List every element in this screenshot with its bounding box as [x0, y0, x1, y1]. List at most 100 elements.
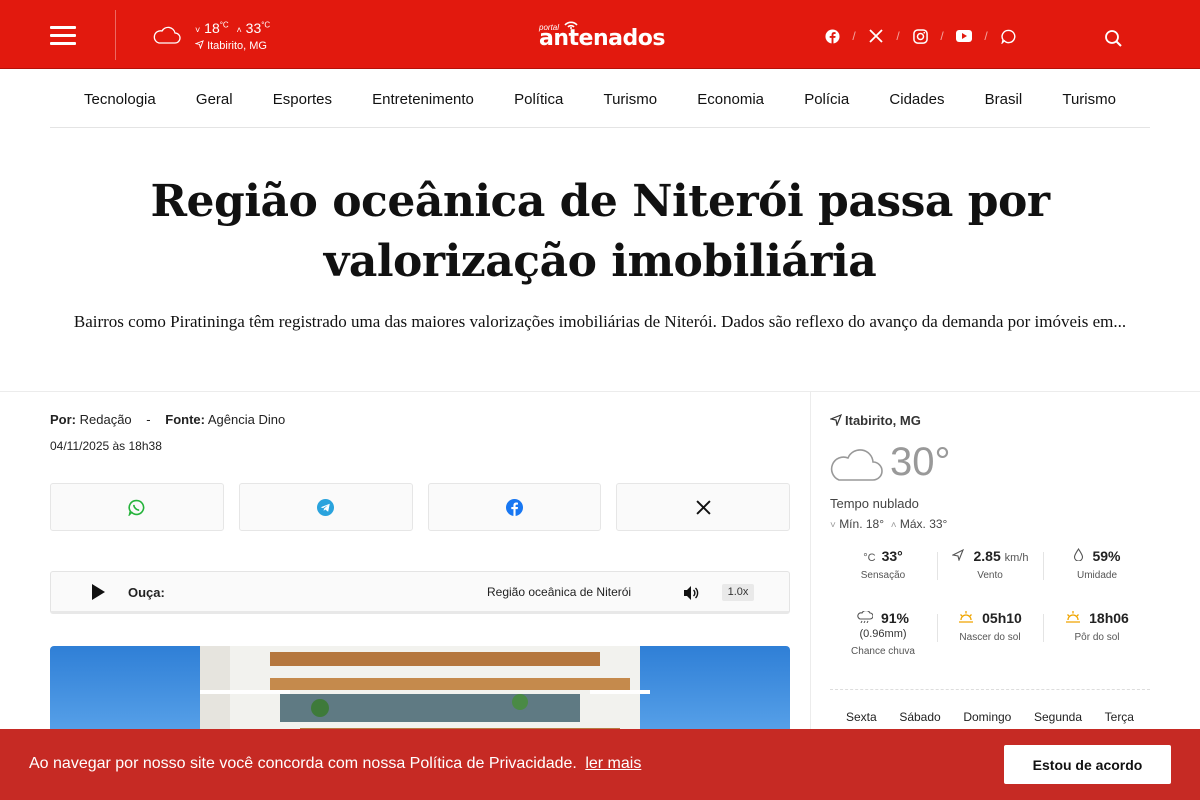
share-facebook-button[interactable]	[427, 483, 602, 531]
nav-item-policia[interactable]: Polícia	[804, 91, 849, 108]
rain-cloud-icon	[857, 610, 874, 624]
rain-value: 91%	[880, 610, 910, 626]
article-lead: Bairros como Piratininga têm registrado …	[73, 312, 1127, 331]
weather-sensation: °C 33° Sensação	[830, 548, 936, 581]
social-separator: /	[852, 29, 856, 43]
facebook-icon[interactable]	[822, 26, 842, 46]
weather-rain: 91% (0.96mm) Chance chuva	[830, 610, 936, 657]
weather-condition: Tempo nublado	[830, 496, 919, 511]
forecast-day[interactable]: Domingo	[963, 710, 1011, 724]
telegram-icon	[317, 498, 335, 516]
weather-wind: 2.85 km/h Vento	[937, 548, 1043, 581]
location-arrow-icon	[194, 40, 204, 50]
share-telegram-button[interactable]	[238, 483, 413, 531]
cookie-accept-button[interactable]: Estou de acordo	[1004, 745, 1171, 784]
author-label: Por:	[50, 412, 76, 427]
cookie-read-more-link[interactable]: ler mais	[585, 755, 641, 772]
weather-sunrise: 05h10 Nascer do sol	[937, 610, 1043, 643]
social-separator: /	[940, 29, 944, 43]
playback-speed-button[interactable]: 1.0x	[722, 584, 754, 601]
nav-item-geral[interactable]: Geral	[196, 91, 233, 108]
nav-item-brasil[interactable]: Brasil	[985, 91, 1023, 108]
nav-item-turismo-2[interactable]: Turismo	[1062, 91, 1116, 108]
volume-icon[interactable]	[682, 584, 700, 602]
droplet-icon	[1074, 547, 1084, 562]
wind-unit: km/h	[1004, 552, 1029, 564]
x-icon[interactable]	[866, 26, 886, 46]
x-icon	[696, 499, 711, 515]
nav-item-turismo[interactable]: Turismo	[603, 91, 657, 108]
sunset-label: Pôr do sol	[1074, 632, 1120, 643]
forecast-day[interactable]: Sábado	[899, 710, 940, 724]
whatsapp-icon	[128, 499, 145, 516]
nav-item-esportes[interactable]: Esportes	[273, 91, 332, 108]
audio-label: Ouça:	[128, 585, 165, 600]
play-icon[interactable]	[89, 583, 107, 601]
nav-item-entretenimento[interactable]: Entretenimento	[372, 91, 474, 108]
share-whatsapp-button[interactable]	[50, 483, 224, 531]
audio-player: Ouça: Região oceânica de Niterói 1.0x	[50, 571, 790, 614]
sunrise-value: 05h10	[982, 610, 1022, 626]
header-temps: ˅ 18°C ˄ 33°C	[195, 20, 270, 36]
wind-icon	[950, 548, 964, 562]
weather-max: Máx. 33°	[899, 517, 948, 531]
divider	[0, 391, 1200, 392]
youtube-icon[interactable]	[954, 26, 974, 46]
temp-unit: °C	[261, 20, 271, 30]
weather-sunset: 18h06 Pôr do sol	[1044, 610, 1150, 643]
top-header: ˅ 18°C ˄ 33°C Itabirito, MG portal anten…	[0, 0, 1200, 69]
rain-amount: (0.96mm)	[859, 628, 907, 640]
byline-separator: -	[146, 412, 151, 427]
publish-date: 04/11/2025 às 18h38	[50, 439, 162, 453]
column-divider	[810, 392, 811, 732]
wind-label: Vento	[977, 570, 1003, 581]
rain-label: Chance chuva	[851, 646, 915, 657]
share-x-button[interactable]	[616, 483, 790, 531]
cloud-icon	[153, 26, 181, 44]
forecast-day[interactable]: Sexta	[830, 710, 877, 724]
nav-item-cidades[interactable]: Cidades	[889, 91, 944, 108]
cookie-message-wrap: Ao navegar por nosso site você concorda …	[29, 755, 641, 773]
author: Redação	[79, 412, 132, 427]
humidity-label: Umidade	[1076, 570, 1118, 581]
social-links: / / / /	[822, 26, 1018, 46]
temp-unit: °C	[219, 20, 229, 30]
menu-icon[interactable]	[50, 26, 76, 46]
social-separator: /	[896, 29, 900, 43]
audio-title: Região oceânica de Niterói	[487, 585, 632, 599]
logo-name: antenados	[539, 26, 665, 51]
search-icon[interactable]	[1104, 29, 1124, 49]
chevron-down-icon: ˅	[195, 25, 201, 35]
sunset-icon	[1066, 611, 1081, 623]
sensation-label: Sensação	[860, 570, 906, 581]
source-label: Fonte:	[165, 412, 205, 427]
weather-min: Mín. 18°	[839, 517, 885, 531]
cookie-banner: Ao navegar por nosso site você concorda …	[0, 729, 1200, 800]
location-arrow-icon	[828, 413, 843, 428]
chevron-up-icon: ˄	[236, 25, 242, 35]
whatsapp-icon[interactable]	[998, 26, 1018, 46]
weather-minmax: ˅ Mín. 18° ˄ Máx. 33°	[830, 517, 947, 531]
wind-value: 2.85	[973, 548, 1001, 564]
nav-item-tecnologia[interactable]: Tecnologia	[84, 91, 156, 108]
instagram-icon[interactable]	[910, 26, 930, 46]
site-logo[interactable]: portal antenados	[536, 18, 665, 52]
article-title: Região oceânica de Niterói passa por val…	[150, 176, 1050, 287]
weather-location[interactable]: Itabirito, MG	[828, 413, 921, 428]
nav-item-economia[interactable]: Economia	[697, 91, 764, 108]
chevron-down-icon: ˅	[830, 520, 836, 531]
weather-location-text: Itabirito, MG	[845, 413, 921, 428]
cookie-message: Ao navegar por nosso site você concorda …	[29, 755, 577, 772]
chevron-up-icon: ˄	[890, 520, 897, 531]
forecast-day[interactable]: Segunda	[1034, 710, 1082, 724]
header-temp-max: 33	[245, 20, 262, 36]
forecast-day[interactable]: Terça	[1105, 710, 1150, 724]
social-separator: /	[984, 29, 988, 43]
sensation-value: 33°	[881, 548, 903, 564]
sunrise-label: Nascer do sol	[959, 632, 1021, 643]
weather-temperature: 30°	[890, 440, 951, 484]
thermometer-icon: °C	[863, 552, 876, 564]
facebook-icon	[505, 498, 523, 516]
sunset-value: 18h06	[1089, 610, 1129, 626]
nav-item-politica[interactable]: Política	[514, 91, 563, 108]
